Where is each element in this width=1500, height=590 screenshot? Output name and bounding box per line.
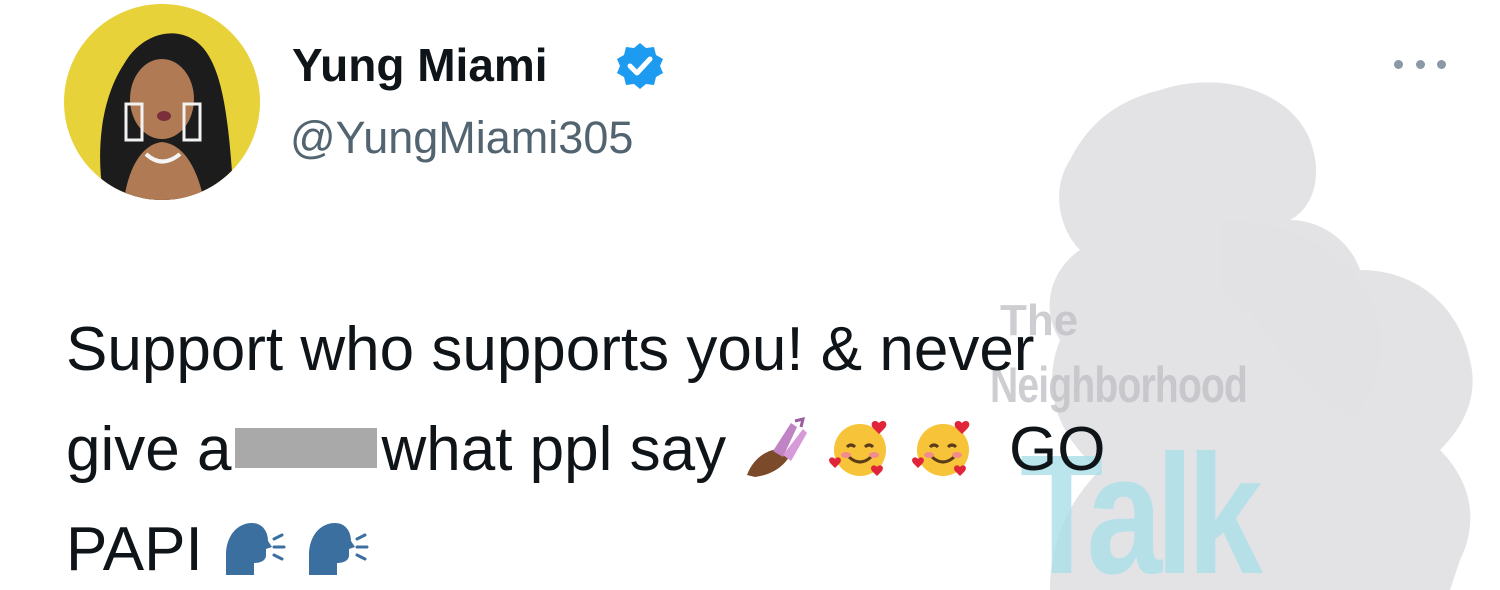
verified-badge-icon bbox=[614, 40, 666, 92]
tweet-text-papi: PAPI bbox=[66, 515, 203, 584]
avatar[interactable] bbox=[64, 4, 260, 200]
user-handle[interactable]: @YungMiami305 bbox=[290, 112, 633, 164]
display-name[interactable]: Yung Miami bbox=[292, 38, 548, 92]
smiling-face-with-hearts-icon bbox=[910, 415, 976, 481]
more-dot bbox=[1437, 59, 1446, 69]
speaking-head-icon bbox=[303, 515, 369, 581]
tweet-text-give-a: give a bbox=[66, 415, 232, 484]
censored-word bbox=[235, 427, 378, 468]
tweet-text: Support who supports you! & never give a… bbox=[66, 300, 1366, 590]
tweet-line-1: Support who supports you! & never bbox=[66, 315, 1035, 384]
tweet-text-go: GO bbox=[1009, 415, 1106, 484]
more-options-icon[interactable] bbox=[1394, 46, 1446, 82]
nail-polish-icon bbox=[743, 415, 809, 481]
more-dot bbox=[1415, 59, 1425, 69]
more-dot bbox=[1394, 59, 1403, 69]
tweet-line-2: give a what ppl say GO bbox=[66, 400, 1366, 500]
tweet-text-what-ppl-say: what ppl say bbox=[381, 415, 727, 484]
tweet-line-3: PAPI bbox=[66, 500, 1366, 590]
smiling-face-with-hearts-icon bbox=[827, 415, 893, 481]
speaking-head-icon bbox=[220, 515, 286, 581]
